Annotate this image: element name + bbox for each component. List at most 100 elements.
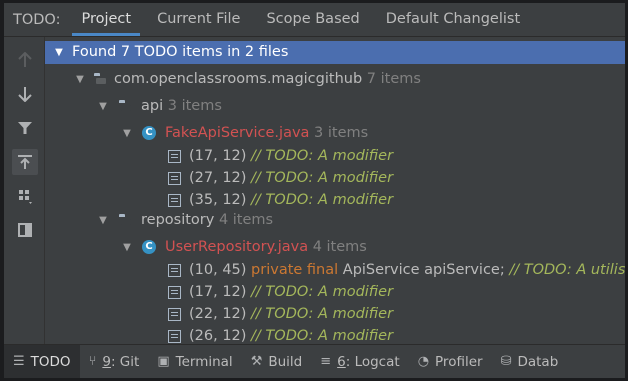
tab-bar: TODO: Project Current File Scope Based D… bbox=[4, 3, 625, 37]
todo-comment: // TODO: A utiliser bbox=[509, 262, 625, 278]
folder-label: api 3 items bbox=[141, 95, 222, 118]
tool-window-bar: ☰ TODO ⑂ 9: Git ▣ Terminal ⚒ Build ≡ 6: … bbox=[4, 344, 625, 378]
tool-tab-git[interactable]: ⑂ 9: Git bbox=[80, 345, 149, 378]
todo-item-icon bbox=[168, 286, 181, 299]
gauge-icon: ◔ bbox=[417, 354, 430, 369]
todo-item[interactable]: (22, 12) // TODO: A modifier bbox=[45, 303, 625, 326]
todo-comment: // TODO: A modifier bbox=[251, 170, 394, 186]
folder-name: repository bbox=[141, 212, 215, 228]
todo-comment: // TODO: A modifier bbox=[251, 192, 394, 208]
arrow-down-icon[interactable] bbox=[12, 81, 38, 107]
tab-scope-based[interactable]: Scope Based bbox=[253, 3, 372, 36]
code-keyword: private final bbox=[251, 262, 339, 278]
folder-label: repository 4 items bbox=[141, 209, 273, 232]
tab-project[interactable]: Project bbox=[68, 3, 144, 36]
todo-comment: // TODO: A modifier bbox=[251, 328, 394, 344]
package-row[interactable]: ▼ com.openclassrooms.magicgithub 7 items bbox=[45, 68, 625, 91]
todo-comment: // TODO: A modifier bbox=[251, 306, 394, 322]
file-name: UserRepository.java bbox=[165, 239, 309, 255]
package-label: com.openclassrooms.magicgithub 7 items bbox=[114, 68, 421, 91]
folder-row-repository[interactable]: ▼ repository 4 items bbox=[45, 209, 625, 232]
tool-tab-terminal[interactable]: ▣ Terminal bbox=[148, 345, 241, 378]
tree-root-row[interactable]: ▼ Found 7 TODO items in 2 files bbox=[45, 41, 625, 64]
todo-position: (27, 12) bbox=[189, 170, 247, 186]
todo-text: (22, 12) // TODO: A modifier bbox=[189, 303, 393, 326]
todo-item[interactable]: (17, 12) // TODO: A modifier bbox=[45, 281, 625, 304]
tab-current-file[interactable]: Current File bbox=[144, 3, 253, 36]
tool-tab-mnemonic: 6 bbox=[337, 353, 346, 370]
file-row-fakeapiservice[interactable]: ▼ C FakeApiService.java 3 items bbox=[45, 122, 625, 145]
file-label: FakeApiService.java 3 items bbox=[165, 122, 368, 145]
preview-icon[interactable] bbox=[12, 217, 38, 243]
todo-comment: // TODO: A modifier bbox=[251, 148, 394, 164]
tool-window-title: TODO: bbox=[13, 11, 61, 28]
todo-item-icon bbox=[168, 194, 181, 207]
terminal-icon: ▣ bbox=[157, 354, 170, 369]
autoscroll-icon[interactable] bbox=[12, 149, 38, 175]
tool-tab-profiler[interactable]: ◔ Profiler bbox=[409, 345, 492, 378]
code-snippet: ApiService apiService; bbox=[342, 262, 505, 278]
tool-tab-mnemonic: 9 bbox=[102, 353, 111, 370]
tool-tab-logcat[interactable]: ≡ 6: Logcat bbox=[311, 345, 408, 378]
todo-text: (10, 45) private final ApiService apiSer… bbox=[189, 259, 625, 282]
file-label: UserRepository.java 4 items bbox=[165, 236, 367, 259]
expand-arrow-icon[interactable]: ▼ bbox=[121, 122, 133, 145]
todo-text: (17, 12) // TODO: A modifier bbox=[189, 145, 393, 168]
tool-tab-database[interactable]: ⛁ Datab bbox=[492, 345, 568, 378]
group-icon[interactable] bbox=[12, 183, 38, 209]
filter-icon[interactable] bbox=[12, 115, 38, 141]
item-count: 4 items bbox=[312, 239, 367, 255]
folder-row-api[interactable]: ▼ api 3 items bbox=[45, 95, 625, 118]
todo-text: (27, 12) // TODO: A modifier bbox=[189, 167, 393, 190]
todo-item-icon bbox=[168, 172, 181, 185]
file-name: FakeApiService.java bbox=[165, 125, 310, 141]
item-count: 4 items bbox=[218, 212, 274, 228]
tab-default-changelist[interactable]: Default Changelist bbox=[373, 3, 533, 36]
todo-item[interactable]: (17, 12) // TODO: A modifier bbox=[45, 145, 625, 168]
tool-tab-label: Terminal bbox=[175, 353, 233, 370]
logcat-icon: ≡ bbox=[320, 354, 332, 369]
todo-comment: // TODO: A modifier bbox=[251, 284, 394, 300]
todo-item-icon bbox=[168, 330, 181, 343]
tool-tab-todo[interactable]: ☰ TODO bbox=[4, 345, 80, 378]
tool-tab-label: Build bbox=[268, 353, 303, 370]
item-count: 7 items bbox=[366, 71, 421, 87]
todo-item-icon bbox=[168, 264, 181, 277]
tool-tab-label: : Git bbox=[110, 353, 140, 370]
tool-tab-label: Datab bbox=[517, 353, 559, 370]
java-class-icon: C bbox=[142, 126, 156, 140]
tool-tab-label: TODO bbox=[30, 353, 71, 370]
database-icon: ⛁ bbox=[500, 354, 512, 369]
package-name: com.openclassrooms.magicgithub bbox=[114, 71, 363, 87]
expand-arrow-icon[interactable]: ▼ bbox=[53, 41, 65, 64]
tool-tab-label: : Logcat bbox=[345, 353, 400, 370]
todo-item-icon bbox=[168, 150, 181, 163]
todo-position: (17, 12) bbox=[189, 148, 247, 164]
tree-root-label: Found 7 TODO items in 2 files bbox=[72, 44, 289, 60]
java-class-icon: C bbox=[142, 240, 156, 254]
todo-item[interactable]: (27, 12) // TODO: A modifier bbox=[45, 167, 625, 190]
branch-icon: ⑂ bbox=[88, 354, 97, 369]
todo-text: (17, 12) // TODO: A modifier bbox=[189, 281, 393, 304]
expand-arrow-icon[interactable]: ▼ bbox=[74, 68, 86, 91]
hammer-icon: ⚒ bbox=[250, 354, 263, 369]
todo-position: (17, 12) bbox=[189, 284, 247, 300]
todo-tool-window: TODO: Project Current File Scope Based D… bbox=[4, 3, 625, 378]
list-icon: ☰ bbox=[13, 354, 25, 369]
item-count: 3 items bbox=[314, 125, 369, 141]
file-row-userrepository[interactable]: ▼ C UserRepository.java 4 items bbox=[45, 236, 625, 259]
todo-position: (35, 12) bbox=[189, 192, 247, 208]
tool-tab-label: Profiler bbox=[435, 353, 483, 370]
item-count: 3 items bbox=[167, 98, 222, 114]
todo-position: (26, 12) bbox=[189, 328, 247, 344]
tool-tab-build[interactable]: ⚒ Build bbox=[242, 345, 312, 378]
expand-arrow-icon[interactable]: ▼ bbox=[97, 209, 109, 232]
todo-position: (10, 45) bbox=[189, 262, 247, 278]
side-toolbar bbox=[4, 37, 45, 345]
todo-position: (22, 12) bbox=[189, 306, 247, 322]
todo-item[interactable]: (10, 45) private final ApiService apiSer… bbox=[45, 259, 625, 282]
arrow-up-icon[interactable] bbox=[12, 47, 38, 73]
expand-arrow-icon[interactable]: ▼ bbox=[121, 236, 133, 259]
expand-arrow-icon[interactable]: ▼ bbox=[97, 95, 109, 118]
todo-item-icon bbox=[168, 308, 181, 321]
